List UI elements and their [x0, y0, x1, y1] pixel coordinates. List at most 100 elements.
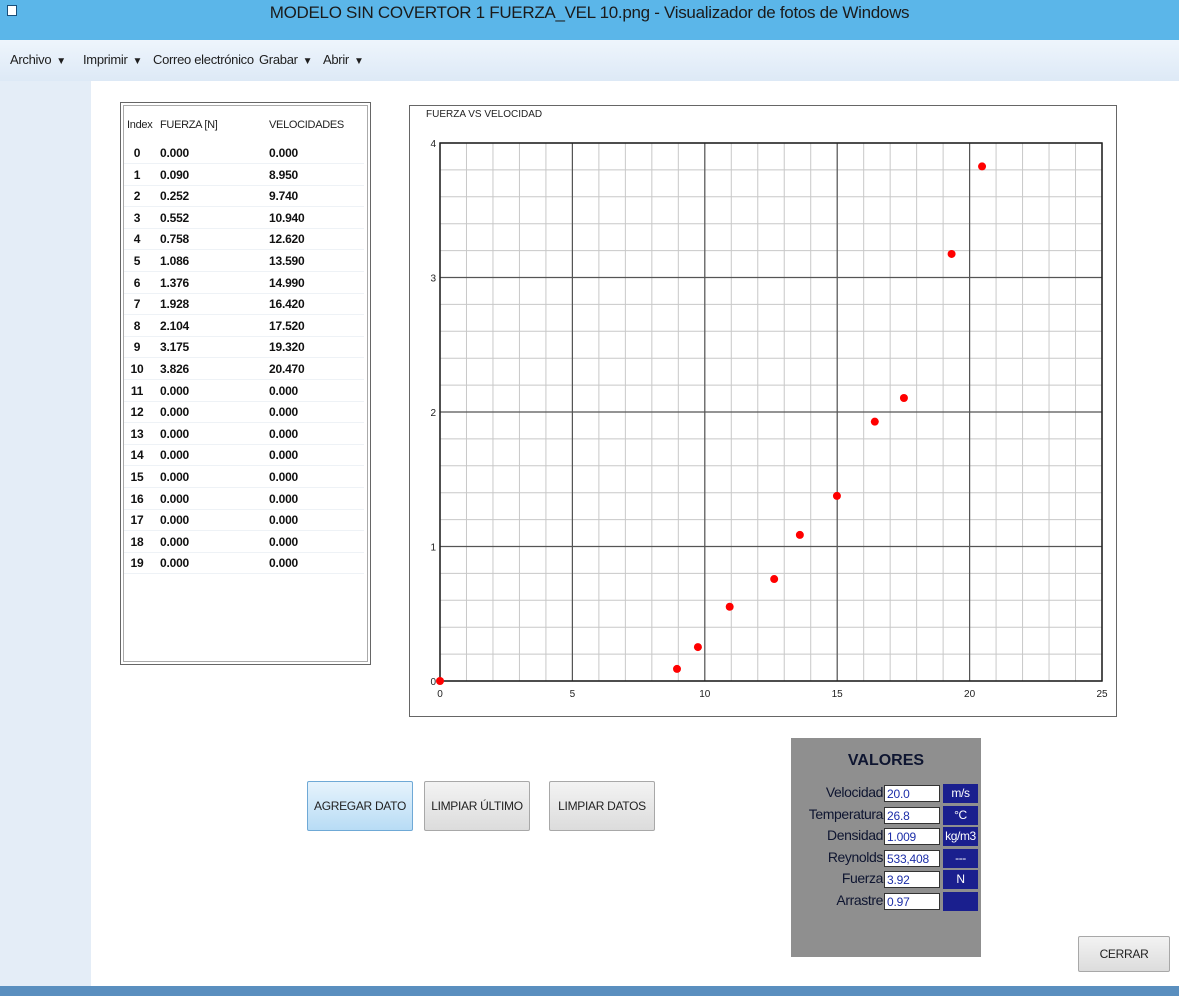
- dropdown-arrow-icon: ▼: [132, 56, 143, 67]
- row-divider: [124, 314, 364, 316]
- cell-velocidad: 0.000: [269, 534, 299, 549]
- valores-label-reynolds: Reynolds: [827, 848, 884, 865]
- cell-velocidad: 14.990: [269, 275, 305, 290]
- valores-title: VALORES: [847, 752, 925, 769]
- x-tick-label: 25: [1096, 689, 1108, 700]
- valores-label-densidad: Densidad: [827, 827, 883, 843]
- cell-velocidad: 0.000: [269, 426, 299, 441]
- cell-velocidad: 16.420: [269, 297, 305, 312]
- y-tick-label: 3: [430, 274, 436, 285]
- window-title: MODELO SIN COVERTOR 1 FUERZA_VEL 10.png …: [269, 3, 910, 22]
- cell-index: 8: [133, 318, 141, 333]
- cell-velocidad: 9.740: [269, 189, 299, 204]
- cell-index: 6: [133, 275, 141, 290]
- cell-fuerza: 0.758: [160, 232, 190, 247]
- column-header-index: Index: [127, 119, 153, 131]
- valores-unit-densidad: kg/m3: [943, 827, 978, 846]
- cell-fuerza: 0.000: [160, 146, 190, 160]
- cell-fuerza: 0.000: [160, 383, 190, 398]
- data-point: [436, 677, 444, 685]
- row-divider: [124, 573, 364, 575]
- valores-field-arrastre[interactable]: 0.97: [884, 892, 940, 910]
- valores-field-densidad[interactable]: 1.009: [884, 828, 940, 845]
- row-divider: [124, 400, 364, 402]
- cell-fuerza: 0.000: [160, 556, 190, 571]
- menu-abrir[interactable]: Abrir ▼: [323, 52, 364, 67]
- menu-correo[interactable]: Correo electrónico: [153, 52, 254, 67]
- dropdown-arrow-icon: ▼: [302, 56, 313, 67]
- x-tick-label: 15: [832, 689, 844, 700]
- row-divider: [124, 379, 364, 380]
- data-point: [870, 417, 879, 426]
- data-point: [693, 643, 702, 652]
- cell-index: 13: [130, 426, 144, 441]
- valores-field-velocidad[interactable]: 20.0: [884, 785, 940, 802]
- cell-index: 3: [133, 210, 141, 225]
- cell-velocidad: 0.000: [269, 491, 299, 506]
- valores-unit-arrastre: [943, 891, 978, 911]
- row-divider: [124, 487, 364, 488]
- column-header-fuerza: FUERZA [N]: [160, 119, 218, 131]
- cell-velocidad: 0.000: [269, 513, 299, 528]
- dropdown-arrow-icon: ▼: [56, 56, 66, 67]
- limpiar-ultimo-button[interactable]: LIMPIAR ÚLTIMO: [424, 781, 530, 831]
- cell-fuerza: 0.090: [160, 167, 190, 182]
- cell-velocidad: 0.000: [269, 556, 299, 571]
- data-point: [725, 602, 734, 611]
- menu-grabar[interactable]: Grabar ▼: [259, 52, 313, 67]
- menu-archivo-label: Archivo: [10, 52, 52, 67]
- limpiar-datos-button[interactable]: LIMPIAR DATOS: [549, 781, 655, 831]
- cell-fuerza: 0.000: [160, 426, 190, 441]
- cell-fuerza: 0.552: [160, 210, 190, 225]
- cell-velocidad: 19.320: [269, 340, 305, 355]
- valores-panel: VALORES Velocidad 20.0 m/s Temperatura 26.8 °…: [791, 738, 981, 957]
- menu-imprimir[interactable]: Imprimir ▼: [83, 52, 142, 67]
- cell-fuerza: 0.000: [160, 470, 190, 484]
- row-divider: [124, 443, 364, 445]
- x-tick-label: 0: [437, 689, 443, 700]
- cell-index: 14: [130, 448, 144, 463]
- row-divider: [124, 335, 364, 337]
- menu-archivo[interactable]: Archivo ▼: [10, 52, 66, 67]
- cell-fuerza: 1.086: [160, 254, 190, 268]
- data-point: [899, 394, 908, 403]
- cell-fuerza: 0.000: [160, 491, 190, 506]
- cell-fuerza: 1.928: [160, 297, 190, 312]
- cell-index: 5: [133, 254, 141, 268]
- cell-velocidad: 17.520: [269, 318, 305, 333]
- row-divider: [124, 551, 364, 553]
- valores-field-reynolds[interactable]: 533,408: [884, 849, 940, 867]
- cerrar-button[interactable]: CERRAR: [1078, 936, 1170, 972]
- row-divider: [124, 292, 364, 294]
- cell-velocidad: 0.000: [269, 448, 299, 463]
- agregar-dato-button[interactable]: AGREGAR DATO: [307, 781, 413, 831]
- data-table: [120, 102, 371, 665]
- cell-index: 17: [130, 513, 144, 528]
- row-divider: [124, 422, 364, 424]
- cell-velocidad: 10.940: [269, 210, 305, 225]
- y-tick-label: 1: [430, 543, 436, 554]
- cell-index: 2: [133, 189, 141, 204]
- row-divider: [124, 163, 364, 164]
- row-divider: [124, 508, 364, 510]
- dropdown-arrow-icon: ▼: [353, 56, 364, 67]
- valores-label-fuerza: Fuerza: [841, 870, 884, 886]
- data-point: [947, 249, 956, 258]
- cell-index: 10: [130, 362, 144, 376]
- row-divider: [124, 249, 364, 251]
- cell-fuerza: 0.000: [160, 405, 190, 420]
- cell-fuerza: 0.000: [160, 513, 190, 528]
- cell-index: 1: [133, 167, 141, 182]
- row-divider: [124, 184, 364, 186]
- cell-fuerza: 3.826: [160, 362, 190, 376]
- menu-abrir-label: Abrir: [323, 52, 349, 67]
- cell-index: 7: [133, 297, 141, 312]
- valores-field-temperatura[interactable]: 26.8: [884, 806, 940, 824]
- cell-velocidad: 8.950: [269, 167, 299, 182]
- valores-field-fuerza[interactable]: 3.92: [884, 871, 940, 888]
- cell-index: 0: [133, 146, 141, 160]
- data-point: [795, 530, 804, 539]
- x-tick-label: 5: [570, 689, 576, 700]
- row-divider: [124, 227, 364, 229]
- x-tick-label: 10: [699, 689, 711, 700]
